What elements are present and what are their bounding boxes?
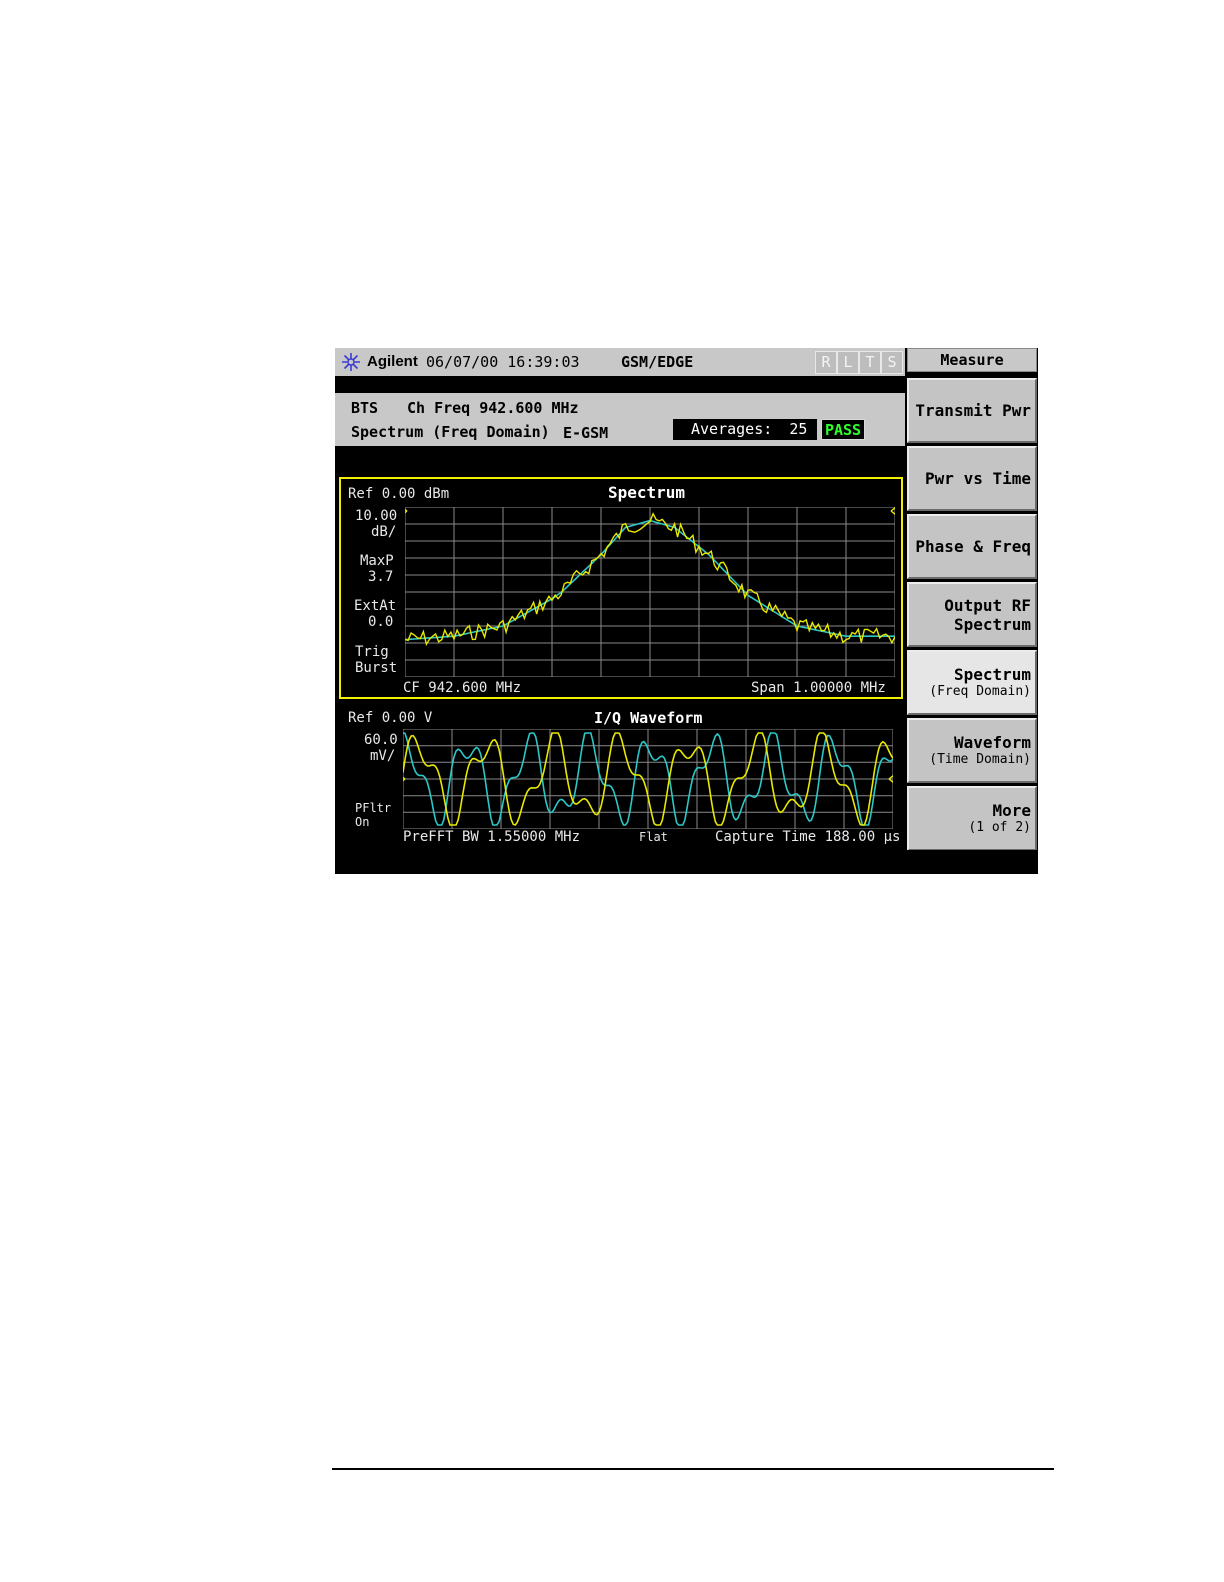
spectrum-plot xyxy=(405,507,895,677)
prefft-bandwidth: PreFFT BW 1.55000 MHz xyxy=(403,829,581,845)
center-frequency: CF 942.600 MHz xyxy=(403,680,522,696)
softkey-label: Spectrum xyxy=(953,665,1031,684)
trig-value: Burst xyxy=(355,660,398,676)
iq-scale-unit: mV/ xyxy=(370,748,396,764)
waveform-time-domain-key[interactable]: Waveform (Time Domain) xyxy=(907,718,1037,783)
spectrum-ref-level: Ref 0.00 dBm xyxy=(348,486,450,502)
iq-ref-level: Ref 0.00 V xyxy=(348,710,433,726)
flat-label: Flat xyxy=(639,830,668,844)
spectrum-freq-domain-key[interactable]: Spectrum (Freq Domain) xyxy=(907,650,1037,715)
status-flags: R L T S xyxy=(815,351,903,374)
status-badge: PASS xyxy=(821,419,865,440)
spectrum-grid xyxy=(405,507,895,677)
spectrum-scale-value: 10.00 xyxy=(355,508,398,524)
transmit-pwr-key[interactable]: Transmit Pwr xyxy=(907,378,1037,443)
maxp-value: 3.7 xyxy=(368,569,394,585)
flag-l: L xyxy=(837,351,859,374)
analyzer-screen: Agilent 06/07/00 16:39:03 GSM/EDGE R L T… xyxy=(335,348,1038,874)
spectrum-panel[interactable]: Ref 0.00 dBm Spectrum 10.00 dB/ MaxP 3.7… xyxy=(339,477,903,699)
flag-r: R xyxy=(815,351,837,374)
output-rf-spectrum-key[interactable]: Output RF Spectrum xyxy=(907,582,1037,647)
pwr-vs-time-key[interactable]: Pwr vs Time xyxy=(907,446,1037,511)
page-footer-rule xyxy=(332,1468,1054,1470)
channel-frequency: Ch Freq 942.600 MHz xyxy=(407,399,579,417)
band-name: E-GSM xyxy=(563,424,609,442)
softkey-label: Pwr vs Time xyxy=(925,469,1031,488)
softkey-label: More xyxy=(992,801,1031,820)
averages-value: 25 xyxy=(789,420,808,438)
extat-value: 0.0 xyxy=(368,614,394,630)
softkey-label: Phase & Freq xyxy=(915,537,1031,556)
capture-time: Capture Time 188.00 μs xyxy=(715,829,901,845)
agilent-spark-icon xyxy=(342,353,360,371)
softkey-label-line2: Spectrum xyxy=(953,614,1031,634)
pfltr-value: On xyxy=(355,815,370,829)
iq-waveform-panel[interactable]: Ref 0.00 V I/Q Waveform 60.0 mV/ PFltr O… xyxy=(339,703,903,849)
device-type: BTS xyxy=(351,399,379,417)
trig-label: Trig xyxy=(355,644,389,660)
softkey-sublabel: (Freq Domain) xyxy=(929,684,1031,699)
measurement-name: Spectrum (Freq Domain) xyxy=(351,423,550,441)
spectrum-scale-unit: dB/ xyxy=(371,524,397,540)
measurement-info: BTS Ch Freq 942.600 MHz Spectrum (Freq D… xyxy=(335,393,905,446)
iq-title: I/Q Waveform xyxy=(594,709,703,727)
span-label: Span 1.00000 MHz xyxy=(751,680,886,696)
brand-name: Agilent xyxy=(367,353,418,370)
softkey-label: Output RF xyxy=(944,595,1031,615)
extat-label: ExtAt xyxy=(354,598,397,614)
more-key[interactable]: More (1 of 2) xyxy=(907,786,1037,851)
title-bar: Agilent 06/07/00 16:39:03 GSM/EDGE R L T… xyxy=(335,348,905,376)
flag-s: S xyxy=(881,351,903,374)
mode-label: GSM/EDGE xyxy=(621,353,694,371)
softkey-label: Waveform xyxy=(953,733,1031,752)
pfltr-label: PFltr xyxy=(355,801,392,815)
status-bar xyxy=(335,850,1038,874)
spectrum-title: Spectrum xyxy=(608,483,686,502)
flag-t: T xyxy=(859,351,881,374)
softkey-sublabel: (1 of 2) xyxy=(968,820,1031,835)
date-time: 06/07/00 16:39:03 xyxy=(426,353,580,371)
iq-plot xyxy=(403,729,893,829)
right-marker-icon xyxy=(890,507,895,516)
iq-scale-value: 60.0 xyxy=(364,732,398,748)
softkey-label: Transmit Pwr xyxy=(915,401,1031,420)
menu-title: Measure xyxy=(907,348,1037,372)
maxp-label: MaxP xyxy=(360,553,394,569)
phase-freq-key[interactable]: Phase & Freq xyxy=(907,514,1037,579)
averages-label: Averages: xyxy=(691,420,773,438)
softkey-sublabel: (Time Domain) xyxy=(929,752,1031,767)
averages-box: Averages: 25 xyxy=(673,419,817,440)
